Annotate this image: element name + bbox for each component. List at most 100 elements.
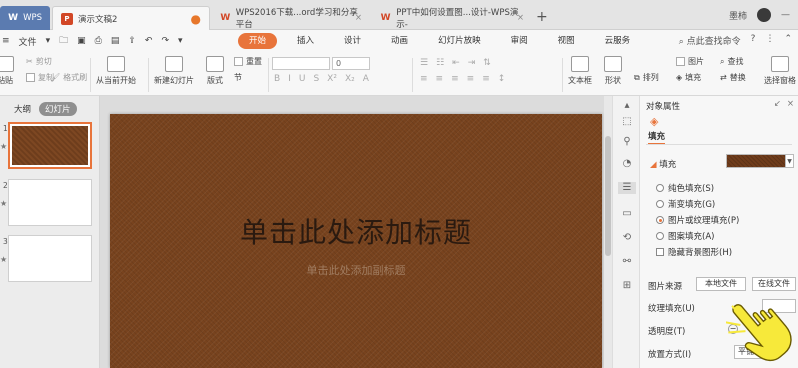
from-current-button[interactable]: 从当前开始 (96, 56, 136, 86)
bullet-list-icon[interactable]: ☰ (420, 58, 428, 68)
tab-design[interactable]: 设计 (334, 33, 371, 49)
fill-texture-swatch[interactable] (726, 154, 786, 168)
save-icon[interactable]: ▣ (77, 36, 86, 46)
more-icon[interactable]: ⋮ (765, 34, 774, 47)
distribute-icon[interactable]: ≡ (482, 74, 490, 84)
subscript-icon[interactable]: X₂ (345, 74, 355, 84)
help-icon[interactable]: ? (751, 34, 756, 47)
picture-button[interactable]: 图片 (676, 56, 704, 67)
gradient-fill-option[interactable]: 渐变填充(G) (656, 198, 715, 210)
slide-thumbnail-2[interactable] (8, 179, 92, 226)
layout-button[interactable]: 版式 (206, 56, 224, 86)
chevron-down-icon[interactable]: ▾ (46, 36, 51, 46)
picture-texture-fill-option[interactable]: 图片或纹理填充(P) (656, 214, 739, 226)
minimize-icon[interactable]: — (781, 10, 790, 20)
tab-slideshow[interactable]: 幻灯片放映 (428, 33, 491, 49)
tab-home[interactable]: 开始 (238, 33, 278, 49)
cut-button[interactable]: ✂ 剪切 (26, 56, 52, 67)
replace-button[interactable]: ⇄ 替换 (720, 72, 746, 83)
share-icon[interactable]: ⚯ (621, 256, 633, 268)
tab-wps-home[interactable]: W WPS (0, 6, 50, 30)
avatar[interactable] (757, 8, 771, 22)
paste-button[interactable]: 粘贴 (0, 56, 14, 86)
pin-icon[interactable]: ⚲ (621, 136, 633, 148)
slide-editor[interactable]: 单击此处添加标题 单击此处添加副标题 (110, 114, 602, 368)
shapes-icon[interactable]: ◔ (621, 158, 633, 170)
close-icon[interactable]: × (517, 13, 524, 23)
open-icon[interactable]: 🗀 (59, 33, 68, 49)
arrange-button[interactable]: ⧉ 排列 (634, 72, 659, 83)
underline-icon[interactable]: U (299, 74, 306, 84)
tab-cloud[interactable]: 云服务 (595, 33, 641, 49)
history-icon[interactable]: ⟲ (621, 232, 633, 244)
section-button[interactable]: 节 (234, 72, 242, 83)
chevron-down-icon[interactable]: ▼ (786, 154, 794, 168)
radio[interactable] (656, 184, 664, 192)
italic-icon[interactable]: I (288, 74, 291, 84)
shape-button[interactable]: 形状 (604, 56, 622, 86)
format-painter-button[interactable]: 🖌 格式刷 (50, 72, 87, 83)
new-tab-button[interactable]: + (536, 9, 548, 25)
strikethrough-icon[interactable]: S (313, 74, 319, 84)
undo-icon[interactable]: ↶ (145, 36, 153, 46)
radio[interactable] (656, 200, 664, 208)
tab-fill[interactable]: 填充 (648, 130, 666, 145)
print-icon[interactable]: ⎙ (95, 36, 102, 46)
solid-fill-option[interactable]: 纯色填充(S) (656, 182, 714, 194)
font-size-select[interactable]: 0 (332, 57, 370, 70)
redo-icon[interactable]: ↷ (161, 36, 169, 46)
chevron-up-icon[interactable]: ▴ (621, 100, 633, 112)
align-right-icon[interactable]: ≡ (451, 74, 459, 84)
fill-section-title[interactable]: ◢ 填充 (650, 158, 676, 170)
superscript-icon[interactable]: X² (327, 74, 337, 84)
tab-presentation2[interactable]: P 演示文稿2 ● (52, 6, 210, 30)
radio[interactable] (656, 232, 664, 240)
hide-background-checkbox[interactable]: 隐藏背景图形(H) (656, 246, 732, 258)
title-placeholder[interactable]: 单击此处添加标题 (110, 211, 602, 251)
align-center-icon[interactable]: ≡ (436, 74, 444, 84)
select-pane-button[interactable]: 选择窗格 (764, 56, 796, 86)
slide-thumbnail-3[interactable] (8, 235, 92, 282)
export-icon[interactable]: ⇪ (128, 36, 136, 46)
font-color-icon[interactable]: A (363, 74, 369, 84)
online-file-button[interactable]: 在线文件 (752, 277, 796, 291)
text-direction-icon[interactable]: ⇅ (483, 58, 491, 68)
textbox-button[interactable]: 文本框 (568, 56, 592, 86)
outdent-icon[interactable]: ⇤ (452, 58, 460, 68)
line-spacing-icon[interactable]: ↕ (498, 74, 506, 84)
tab-insert[interactable]: 插入 (287, 33, 324, 49)
subtitle-placeholder[interactable]: 单击此处添加副标题 (110, 262, 602, 278)
hamburger-icon[interactable]: ≡ (2, 36, 10, 46)
tab-view[interactable]: 视图 (548, 33, 585, 49)
close-icon[interactable]: × (787, 99, 794, 109)
find-button[interactable]: ⌕ 查找 (720, 56, 743, 67)
tab-browser-1[interactable]: W WPS2016下载...ord学习和分享平台 × (212, 6, 368, 30)
fill-button[interactable]: ◈ 填充 (676, 72, 701, 83)
radio-selected[interactable] (656, 216, 664, 224)
local-file-button[interactable]: 本地文件 (696, 277, 746, 291)
indent-icon[interactable]: ⇥ (468, 58, 476, 68)
slide-thumbnail-1[interactable] (8, 122, 92, 169)
file-menu[interactable]: 文件 (19, 35, 37, 48)
justify-icon[interactable]: ≡ (467, 74, 475, 84)
properties-icon[interactable]: ☰ (618, 182, 636, 194)
tab-animation[interactable]: 动画 (381, 33, 418, 49)
animation-icon[interactable]: ▭ (621, 208, 633, 220)
align-left-icon[interactable]: ≡ (420, 74, 428, 84)
font-name-select[interactable] (272, 57, 330, 70)
pattern-fill-option[interactable]: 图案填充(A) (656, 230, 714, 242)
collapse-ribbon-icon[interactable]: ⌃ (784, 34, 792, 47)
search-command[interactable]: ⌕ 点此查找命令 (679, 34, 741, 47)
tab-browser-2[interactable]: W PPT中如何设置图...设计-WPS演示- × (372, 6, 530, 30)
numbered-list-icon[interactable]: ☷ (436, 58, 444, 68)
chevron-down-icon[interactable]: ▾ (178, 36, 183, 46)
reset-button[interactable]: 重置 (234, 56, 262, 67)
tab-outline[interactable]: 大纲 (14, 103, 31, 115)
bold-icon[interactable]: B (274, 74, 280, 84)
tab-review[interactable]: 审阅 (501, 33, 538, 49)
close-icon[interactable]: × (355, 13, 362, 23)
tab-slides[interactable]: 幻灯片 (39, 102, 77, 116)
apps-icon[interactable]: ⊞ (621, 280, 633, 292)
select-icon[interactable]: ⬚ (621, 116, 633, 128)
checkbox[interactable] (656, 248, 664, 256)
